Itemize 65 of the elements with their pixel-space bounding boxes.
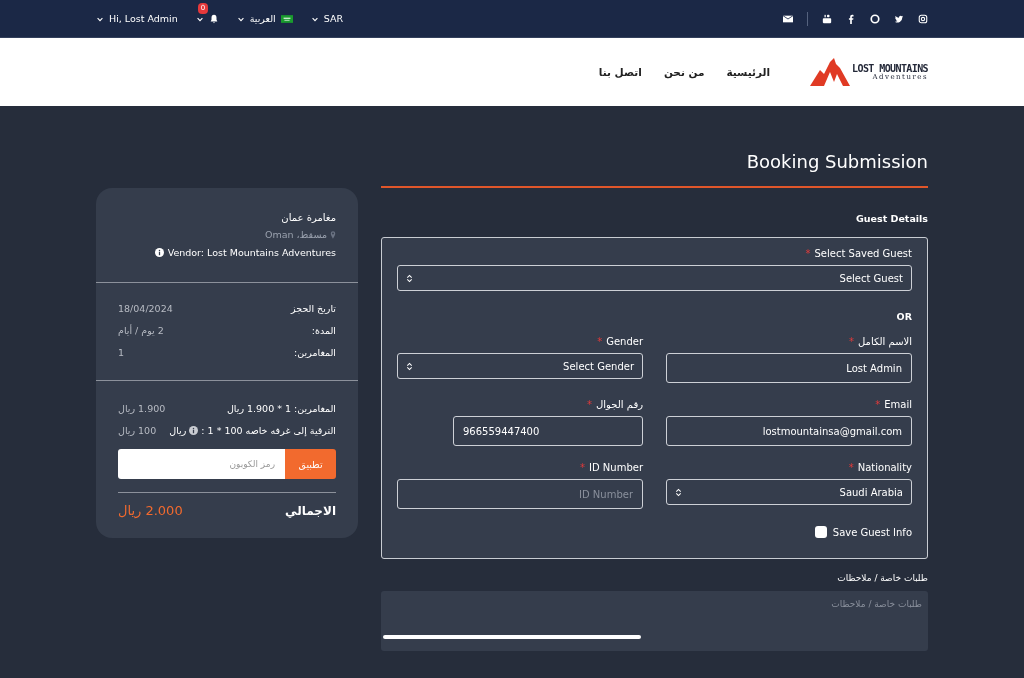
field-label: Gender <box>606 336 643 347</box>
instagram-icon[interactable] <box>918 13 928 24</box>
mountain-icon <box>810 58 851 86</box>
chevron-updown-icon <box>675 487 682 497</box>
bell-icon[interactable] <box>208 13 219 24</box>
language-menu[interactable]: العربية <box>249 13 276 24</box>
select-field[interactable]: Saudi Arabia <box>666 479 912 505</box>
input-field[interactable]: 966559447400 <box>453 416 643 446</box>
select-field[interactable]: Select Gender <box>397 353 643 379</box>
vendor-name: Vendor: Lost Mountains Adventures <box>167 247 336 258</box>
logo-title: LOST MOUNTAINS <box>852 63 928 74</box>
info-icon <box>154 248 164 257</box>
trip-title: مغامرة عمان <box>280 212 336 223</box>
field-label: رقم الجوال <box>596 399 643 410</box>
price-label: الترقية إلى غرفه خاصه 100 * 1 : <box>201 425 336 436</box>
or-divider-text: OR <box>895 311 912 322</box>
required-mark: * <box>805 248 811 259</box>
required-mark: * <box>597 336 603 347</box>
required-mark: * <box>848 336 854 347</box>
flag-icon <box>280 14 293 23</box>
detail-value: 18/04/2024 <box>118 303 173 314</box>
facebook-icon[interactable] <box>846 13 856 24</box>
input-field[interactable]: Lost Admin <box>666 353 912 383</box>
field-label: Nationality <box>857 462 912 473</box>
required-mark: * <box>875 399 881 410</box>
nav-link[interactable]: من نحن <box>663 66 705 78</box>
field-label: الاسم الكامل <box>857 336 912 347</box>
page-title: Booking Submission <box>745 150 928 174</box>
section-title: Guest Details <box>855 213 928 224</box>
user-menu[interactable]: Hi, Lost Admin <box>109 13 178 24</box>
scrollbar[interactable] <box>383 635 641 639</box>
nav-link[interactable]: اتصل بنا <box>598 66 642 78</box>
coupon-field[interactable]: رمز الكوبون <box>118 449 285 479</box>
twitter-icon[interactable] <box>894 13 904 24</box>
chevron-updown-icon <box>406 361 413 371</box>
price-amount: 1.900 ريال <box>118 403 166 414</box>
required-mark: * <box>580 462 585 473</box>
required-mark: * <box>587 399 593 410</box>
trip-location: مسقط، Oman <box>264 229 327 240</box>
required-mark: * <box>848 462 854 473</box>
detail-label: تاريخ الحجز <box>291 303 336 314</box>
detail-value: 1 <box>118 347 125 358</box>
total-amount: 2.000 ريال <box>118 503 183 518</box>
notes-field[interactable]: طلبات خاصة / ملاحظات <box>381 591 928 651</box>
checkbox[interactable] <box>814 526 827 538</box>
field-label: Select Saved Guest <box>814 248 912 259</box>
total-label: الاجمالي <box>285 503 336 518</box>
pin-icon <box>330 230 336 239</box>
envelope-icon[interactable] <box>783 13 793 24</box>
chevron-updown-icon <box>406 273 413 283</box>
price-amount: 100 ريال <box>118 425 157 436</box>
detail-label: المغامرين: <box>294 347 336 358</box>
input-field[interactable]: ID Number <box>397 479 643 509</box>
checkbox-label[interactable]: Save Guest Info <box>832 526 912 538</box>
detail-value: 2 يوم / أيام <box>118 325 164 336</box>
nav-link[interactable]: الرئيسية <box>726 66 771 78</box>
price-label: المغامرين: 1 * 1.900 ريال <box>226 403 336 414</box>
detail-label: المدة: <box>311 325 336 336</box>
select-field[interactable]: Select Guest <box>397 265 912 291</box>
field-label: ID Number <box>589 462 643 473</box>
field-label: Email <box>884 399 912 410</box>
currency-menu[interactable]: SAR <box>323 13 343 24</box>
notes-label: طلبات خاصة / ملاحظات <box>836 573 928 583</box>
price-currency: ريال <box>169 425 187 436</box>
input-field[interactable]: lostmountainsa@gmail.com <box>666 416 912 446</box>
